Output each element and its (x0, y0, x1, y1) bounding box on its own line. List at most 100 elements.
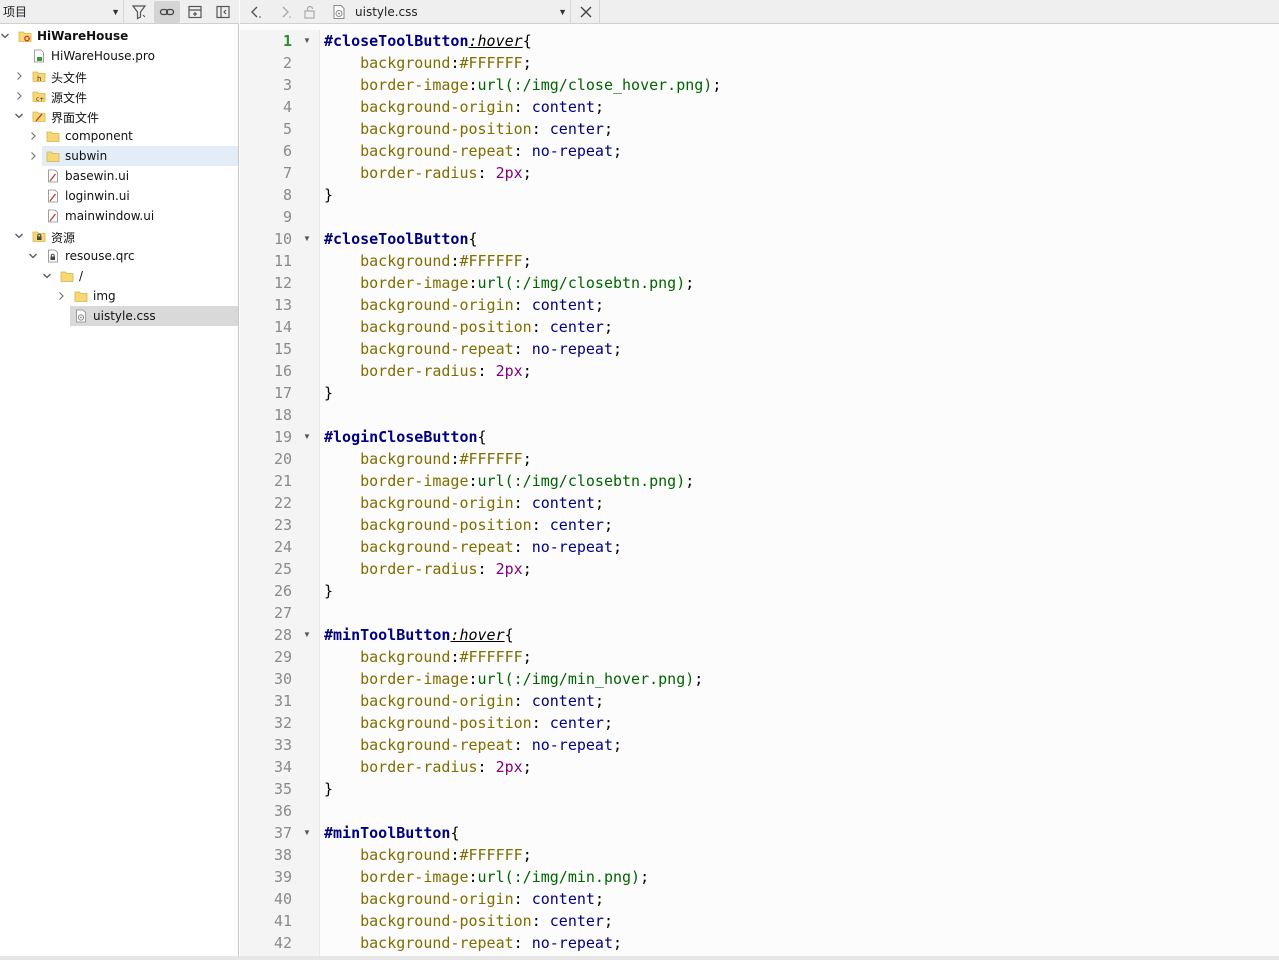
code-token: : (513, 736, 532, 754)
line-number: 32 (273, 714, 292, 732)
code-token: : (513, 890, 532, 908)
tree-item[interactable]: component (0, 126, 238, 146)
code-token: : (513, 494, 532, 512)
code-token: background-origin (360, 98, 514, 116)
code-token: :hover (468, 32, 523, 50)
tree-item-label: basewin.ui (65, 169, 130, 183)
code-token: ; (594, 890, 604, 908)
line-number: 22 (273, 494, 292, 512)
line-number: 36 (273, 802, 292, 820)
line-number: 31 (273, 692, 292, 710)
code-token: border-image (360, 670, 469, 688)
lock-button[interactable] (299, 1, 321, 23)
code-token: url(:/img/closebtn.png) (477, 472, 686, 490)
open-documents-dropdown[interactable]: uistyle.css ▼ (328, 0, 571, 24)
code-token: : (513, 142, 532, 160)
tree-item[interactable]: c+ 源文件 (0, 86, 238, 106)
sources-folder-icon: c+ (32, 89, 46, 103)
code-token: ; (522, 54, 532, 72)
tree-item[interactable]: HiWareHouse.pro (0, 46, 238, 66)
close-document-button[interactable] (575, 1, 597, 23)
tree-item[interactable]: 界面文件 (0, 106, 238, 126)
code-token: background (360, 648, 451, 666)
chevron-right-icon[interactable] (14, 86, 24, 106)
link-icon (159, 8, 175, 15)
code-token: ; (522, 450, 532, 468)
line-number: 18 (273, 406, 292, 424)
code-token: 2px (495, 560, 523, 578)
tree-item[interactable]: basewin.ui (0, 166, 238, 186)
line-number: 7 (282, 164, 292, 182)
go-forward-button[interactable] (274, 1, 296, 23)
code-token: : (531, 912, 550, 930)
fold-marker-icon[interactable]: ▼ (302, 30, 312, 52)
line-number: 1 (282, 32, 292, 50)
code-token: ; (613, 538, 623, 556)
code-token: 2px (495, 758, 523, 776)
code-token: ; (712, 76, 722, 94)
tree-item[interactable]: img (0, 286, 238, 306)
tree-item[interactable]: loginwin.ui (0, 186, 238, 206)
line-number: 16 (273, 362, 292, 380)
code-token: no-repeat (531, 142, 613, 160)
tree-item[interactable]: / (0, 266, 238, 286)
close-sidebar-button[interactable] (210, 1, 236, 23)
chevron-right-icon[interactable] (56, 286, 66, 306)
tree-item[interactable]: 资源 (0, 226, 238, 246)
split-view-button[interactable] (182, 1, 208, 23)
tree-item[interactable]: h 头文件 (0, 66, 238, 86)
code-token: ; (603, 516, 613, 534)
tree-item[interactable]: mainwindow.ui (0, 206, 238, 226)
go-back-button[interactable] (244, 1, 266, 23)
line-number: 4 (282, 98, 292, 116)
code-token: background-repeat (360, 142, 514, 160)
link-with-editor-button[interactable] (154, 0, 180, 23)
code-token: ; (594, 98, 604, 116)
chevron-down-icon[interactable] (14, 106, 24, 126)
tree-item[interactable]: resouse.qrc (0, 246, 238, 266)
code-token: : (513, 692, 532, 710)
fold-marker-icon[interactable]: ▼ (302, 228, 312, 250)
code-token: no-repeat (531, 340, 613, 358)
tree-item[interactable]: subwin (31, 146, 238, 166)
code-token: content (531, 890, 595, 908)
chevron-right-icon[interactable] (14, 66, 24, 86)
fold-marker-icon[interactable]: ▼ (302, 822, 312, 844)
toolbar-divider (599, 0, 600, 24)
fold-marker-icon[interactable]: ▼ (302, 426, 312, 448)
tree-item[interactable]: uistyle.css (70, 306, 238, 326)
line-number: 34 (273, 758, 292, 776)
code-token: ; (603, 912, 613, 930)
code-token: : (513, 296, 532, 314)
code-line: border-image:url(:/img/min.png); (324, 866, 649, 888)
code-token: background (360, 846, 451, 864)
chevron-right-icon[interactable] (28, 146, 38, 166)
tree-item-label: / (79, 269, 84, 283)
line-number: 11 (273, 252, 292, 270)
code-token: : (531, 318, 550, 336)
code-token: background (360, 252, 451, 270)
line-number: 19 (273, 428, 292, 446)
fold-marker-icon[interactable]: ▼ (302, 624, 312, 646)
line-number: 30 (273, 670, 292, 688)
code-line: } (324, 778, 333, 800)
code-token: border-radius (360, 164, 478, 182)
chevron-left-icon (251, 6, 261, 18)
chevron-right-icon[interactable] (28, 126, 38, 146)
code-token: content (531, 296, 595, 314)
chevron-down-icon[interactable] (28, 246, 38, 266)
tree-item[interactable]: HiWareHouse (0, 26, 238, 46)
view-selector-dropdown[interactable]: 项目 ▼ (0, 0, 124, 24)
chevron-down-icon[interactable] (42, 266, 52, 286)
line-number: 17 (273, 384, 292, 402)
filter-button[interactable] (126, 1, 152, 23)
bottom-scrollbar[interactable] (0, 956, 1279, 960)
code-token: background-position (360, 516, 532, 534)
chevron-down-icon[interactable] (0, 26, 10, 46)
chevron-down-icon[interactable] (14, 226, 24, 246)
line-number: 14 (273, 318, 292, 336)
resources-folder-icon (32, 229, 46, 243)
